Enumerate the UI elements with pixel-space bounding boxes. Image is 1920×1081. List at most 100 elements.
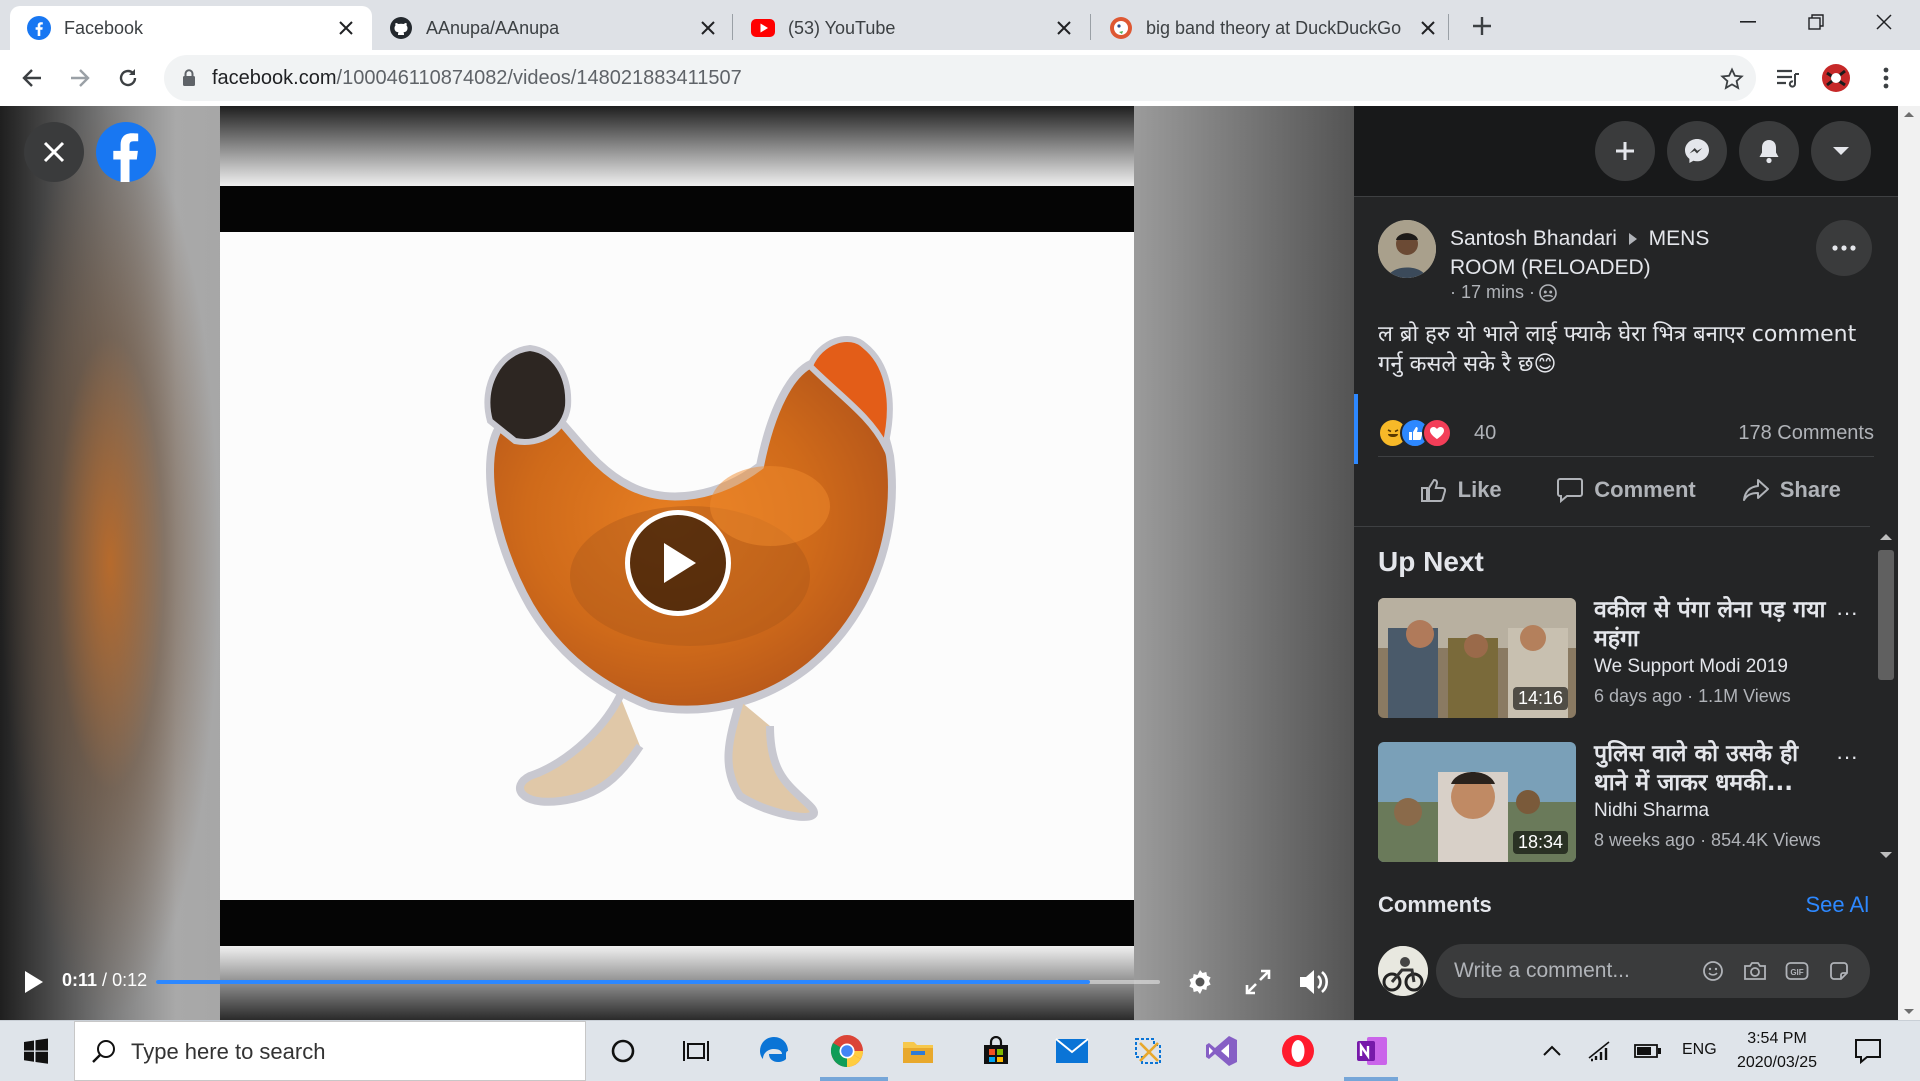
play-pause-button[interactable] (18, 966, 50, 998)
tab-title: Facebook (64, 17, 144, 38)
blurred-backdrop-right (1134, 106, 1354, 1020)
video-options-icon[interactable]: ··· (1836, 600, 1858, 626)
bookmark-star-icon[interactable] (1720, 67, 1744, 91)
plus-icon (1616, 142, 1634, 160)
settings-gear-icon[interactable] (1182, 964, 1218, 1000)
panel-scrollbar[interactable] (1870, 526, 1898, 1020)
windows-start-icon[interactable] (16, 1031, 56, 1071)
emoji-icon[interactable] (1700, 958, 1726, 984)
snipping-tool-icon[interactable] (1128, 1031, 1168, 1071)
video-options-icon[interactable]: ··· (1836, 744, 1858, 770)
cortana-icon[interactable] (603, 1031, 643, 1071)
up-next-item[interactable]: 18:34 पुलिस वाले को उसके ही थाने में जाक… (1378, 740, 1858, 862)
my-avatar[interactable] (1378, 946, 1428, 996)
play-overlay-button[interactable] (625, 510, 731, 616)
play-icon (664, 543, 696, 583)
battery-icon[interactable] (1628, 1031, 1668, 1071)
share-button[interactable]: Share (1709, 462, 1874, 518)
like-button[interactable]: Like (1378, 462, 1543, 518)
onenote-icon[interactable] (1352, 1031, 1392, 1071)
media-queue-icon[interactable] (1772, 62, 1804, 94)
system-clock[interactable]: 3:54 PM 2020/03/25 (1722, 1027, 1832, 1075)
video-channel[interactable]: We Support Modi 2019 (1594, 656, 1788, 678)
lock-icon[interactable] (182, 69, 196, 87)
panel-scrollbar-thumb[interactable] (1878, 550, 1894, 680)
taskbar-search[interactable]: Type here to search (74, 1021, 586, 1081)
edge-icon[interactable] (754, 1031, 794, 1071)
close-tab-icon[interactable] (334, 16, 358, 40)
sticker-icon[interactable] (1826, 958, 1852, 984)
comment-input[interactable]: Write a comment... GIF (1436, 944, 1870, 998)
new-tab-icon[interactable] (1466, 10, 1498, 42)
reaction-icons[interactable] (1378, 418, 1452, 448)
wifi-icon[interactable] (1580, 1031, 1620, 1071)
post-options-button[interactable] (1816, 220, 1872, 276)
opera-icon[interactable] (1278, 1031, 1318, 1071)
action-center-icon[interactable] (1848, 1031, 1888, 1071)
scroll-up-icon[interactable] (1870, 530, 1898, 544)
video-thumbnail[interactable]: 14:16 (1378, 598, 1576, 718)
url-text[interactable]: facebook.com/100046110874082/videos/1480… (212, 67, 742, 90)
volume-icon[interactable] (1296, 964, 1332, 1000)
profile-avatar-icon[interactable] (1820, 62, 1852, 94)
create-button[interactable] (1595, 121, 1655, 181)
comment-button[interactable]: Comment (1543, 462, 1708, 518)
file-explorer-icon[interactable] (898, 1031, 938, 1071)
scroll-up-icon[interactable] (1898, 106, 1920, 122)
notifications-button[interactable] (1739, 121, 1799, 181)
close-tab-icon[interactable] (1052, 16, 1076, 40)
progress-fill (156, 980, 1090, 984)
store-icon[interactable] (976, 1031, 1016, 1071)
scroll-down-icon[interactable] (1898, 1004, 1920, 1020)
video-title[interactable]: पुलिस वाले को उसके ही थाने में जाकर धमकी… (1594, 740, 1826, 798)
browser-menu-icon[interactable] (1870, 62, 1902, 94)
visual-studio-icon[interactable] (1202, 1031, 1242, 1071)
messenger-button[interactable] (1667, 121, 1727, 181)
close-video-button[interactable] (24, 122, 84, 182)
back-icon[interactable] (16, 62, 48, 94)
reaction-count[interactable]: 40 (1474, 422, 1496, 445)
close-tab-icon[interactable] (696, 16, 720, 40)
video-channel[interactable]: Nidhi Sharma (1594, 800, 1709, 822)
tab-duckduckgo[interactable]: big band theory at DuckDuckGo (1092, 6, 1454, 50)
scroll-down-icon[interactable] (1870, 848, 1898, 862)
tab-github[interactable]: AAnupa/AAnupa (372, 6, 734, 50)
tab-facebook[interactable]: Facebook (10, 6, 372, 50)
see-all-link[interactable]: See All (1806, 892, 1875, 918)
chrome-icon[interactable] (827, 1031, 867, 1071)
video-thumbnail[interactable]: 18:34 (1378, 742, 1576, 862)
duckduckgo-icon (1108, 15, 1134, 41)
facebook-logo-icon[interactable] (96, 122, 156, 182)
video-title[interactable]: वकील से पंगा लेना पड़ गया महंगा (1594, 596, 1826, 654)
address-bar[interactable]: facebook.com/100046110874082/videos/1480… (164, 55, 1756, 101)
account-menu-button[interactable] (1811, 121, 1871, 181)
task-view-icon[interactable] (676, 1031, 716, 1071)
mail-icon[interactable] (1052, 1031, 1092, 1071)
camera-icon[interactable] (1742, 958, 1768, 984)
comment-count[interactable]: 178 Comments (1738, 422, 1874, 445)
author-avatar[interactable] (1378, 220, 1436, 278)
post-author-line[interactable]: Santosh Bhandari MENS ROOM (RELOADED) (1450, 224, 1770, 282)
forward-icon[interactable] (64, 62, 96, 94)
caret-down-icon (1833, 147, 1849, 155)
up-next-item[interactable]: 14:16 वकील से पंगा लेना पड़ गया महंगा We… (1378, 596, 1858, 718)
post-time[interactable]: · 17 mins · (1450, 282, 1535, 303)
language-indicator[interactable]: ENG (1682, 1041, 1717, 1059)
author-name[interactable]: Santosh Bhandari (1450, 227, 1617, 250)
progress-track[interactable] (156, 980, 1160, 984)
gif-icon[interactable]: GIF (1784, 958, 1810, 984)
tab-youtube[interactable]: (53) YouTube (734, 6, 1090, 50)
reload-icon[interactable] (112, 62, 144, 94)
restore-icon[interactable] (1786, 4, 1846, 40)
show-hidden-icons-icon[interactable] (1532, 1031, 1572, 1071)
window-close-icon[interactable] (1854, 4, 1914, 40)
page-scrollbar[interactable] (1898, 106, 1920, 1020)
focus-accent-bar (1354, 394, 1358, 464)
video-meta: 6 days ago · 1.1M Views (1594, 686, 1791, 706)
video-stage: 0:11 / 0:12 (0, 106, 1354, 1020)
fullscreen-icon[interactable] (1240, 964, 1276, 1000)
up-next-heading: Up Next (1378, 546, 1484, 577)
group-privacy-icon (1539, 283, 1557, 302)
close-tab-icon[interactable] (1416, 16, 1440, 40)
minimize-icon[interactable] (1718, 4, 1778, 40)
